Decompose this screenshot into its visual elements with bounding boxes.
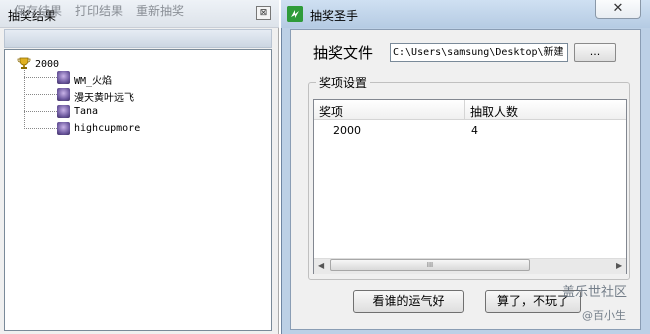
scroll-right-icon[interactable]: ▶ bbox=[616, 261, 622, 270]
redraw-button[interactable]: 重新抽奖 bbox=[136, 2, 184, 19]
tree-item[interactable]: 漫天黄叶远飞 bbox=[74, 89, 134, 104]
tree-root-label[interactable]: 2000 bbox=[35, 59, 59, 70]
column-divider[interactable] bbox=[464, 100, 465, 119]
tree-item[interactable]: Tana bbox=[74, 106, 98, 117]
draw-button[interactable]: 看谁的运气好 bbox=[353, 290, 464, 313]
close-icon[interactable]: ✕ bbox=[595, 0, 641, 19]
save-results-button[interactable]: 保存结果 bbox=[14, 2, 62, 19]
trophy-icon bbox=[17, 57, 31, 70]
results-toolbar bbox=[4, 29, 272, 48]
winner-icon bbox=[57, 88, 70, 101]
tree-connector bbox=[24, 77, 57, 78]
close-icon[interactable]: ⊠ bbox=[256, 6, 271, 20]
file-label: 抽奖文件 bbox=[313, 44, 374, 62]
column-header-prize[interactable]: 奖项 bbox=[319, 103, 343, 120]
tree-item[interactable]: WM_火焰 bbox=[74, 72, 112, 87]
tree-item[interactable]: highcupmore bbox=[74, 123, 140, 134]
scrollbar-thumb[interactable]: III bbox=[330, 259, 530, 271]
four-leaf-icon bbox=[287, 6, 303, 22]
winner-icon bbox=[57, 105, 70, 118]
column-header-count[interactable]: 抽取人数 bbox=[470, 103, 518, 120]
winner-icon bbox=[57, 122, 70, 135]
results-tree[interactable] bbox=[4, 49, 272, 331]
winner-icon bbox=[57, 71, 70, 84]
tree-connector bbox=[24, 111, 57, 112]
watermark-text: 盖乐世社区 bbox=[562, 285, 628, 300]
prize-settings-label: 奖项设置 bbox=[316, 74, 371, 91]
watermark-text: @百小生 bbox=[582, 309, 626, 322]
tree-connector bbox=[24, 94, 57, 95]
tree-connector bbox=[24, 70, 25, 129]
browse-button[interactable]: ... bbox=[574, 43, 616, 62]
count-cell[interactable]: 4 bbox=[471, 124, 478, 137]
print-results-button[interactable]: 打印结果 bbox=[75, 2, 123, 19]
tree-connector bbox=[24, 128, 57, 129]
prize-cell[interactable]: 2000 bbox=[333, 124, 361, 137]
file-path-field[interactable]: C:\Users\samsung\Desktop\新建 bbox=[390, 43, 568, 62]
lottery-window-title: 抽奖圣手 bbox=[310, 9, 359, 23]
scroll-left-icon[interactable]: ◀ bbox=[318, 261, 324, 270]
